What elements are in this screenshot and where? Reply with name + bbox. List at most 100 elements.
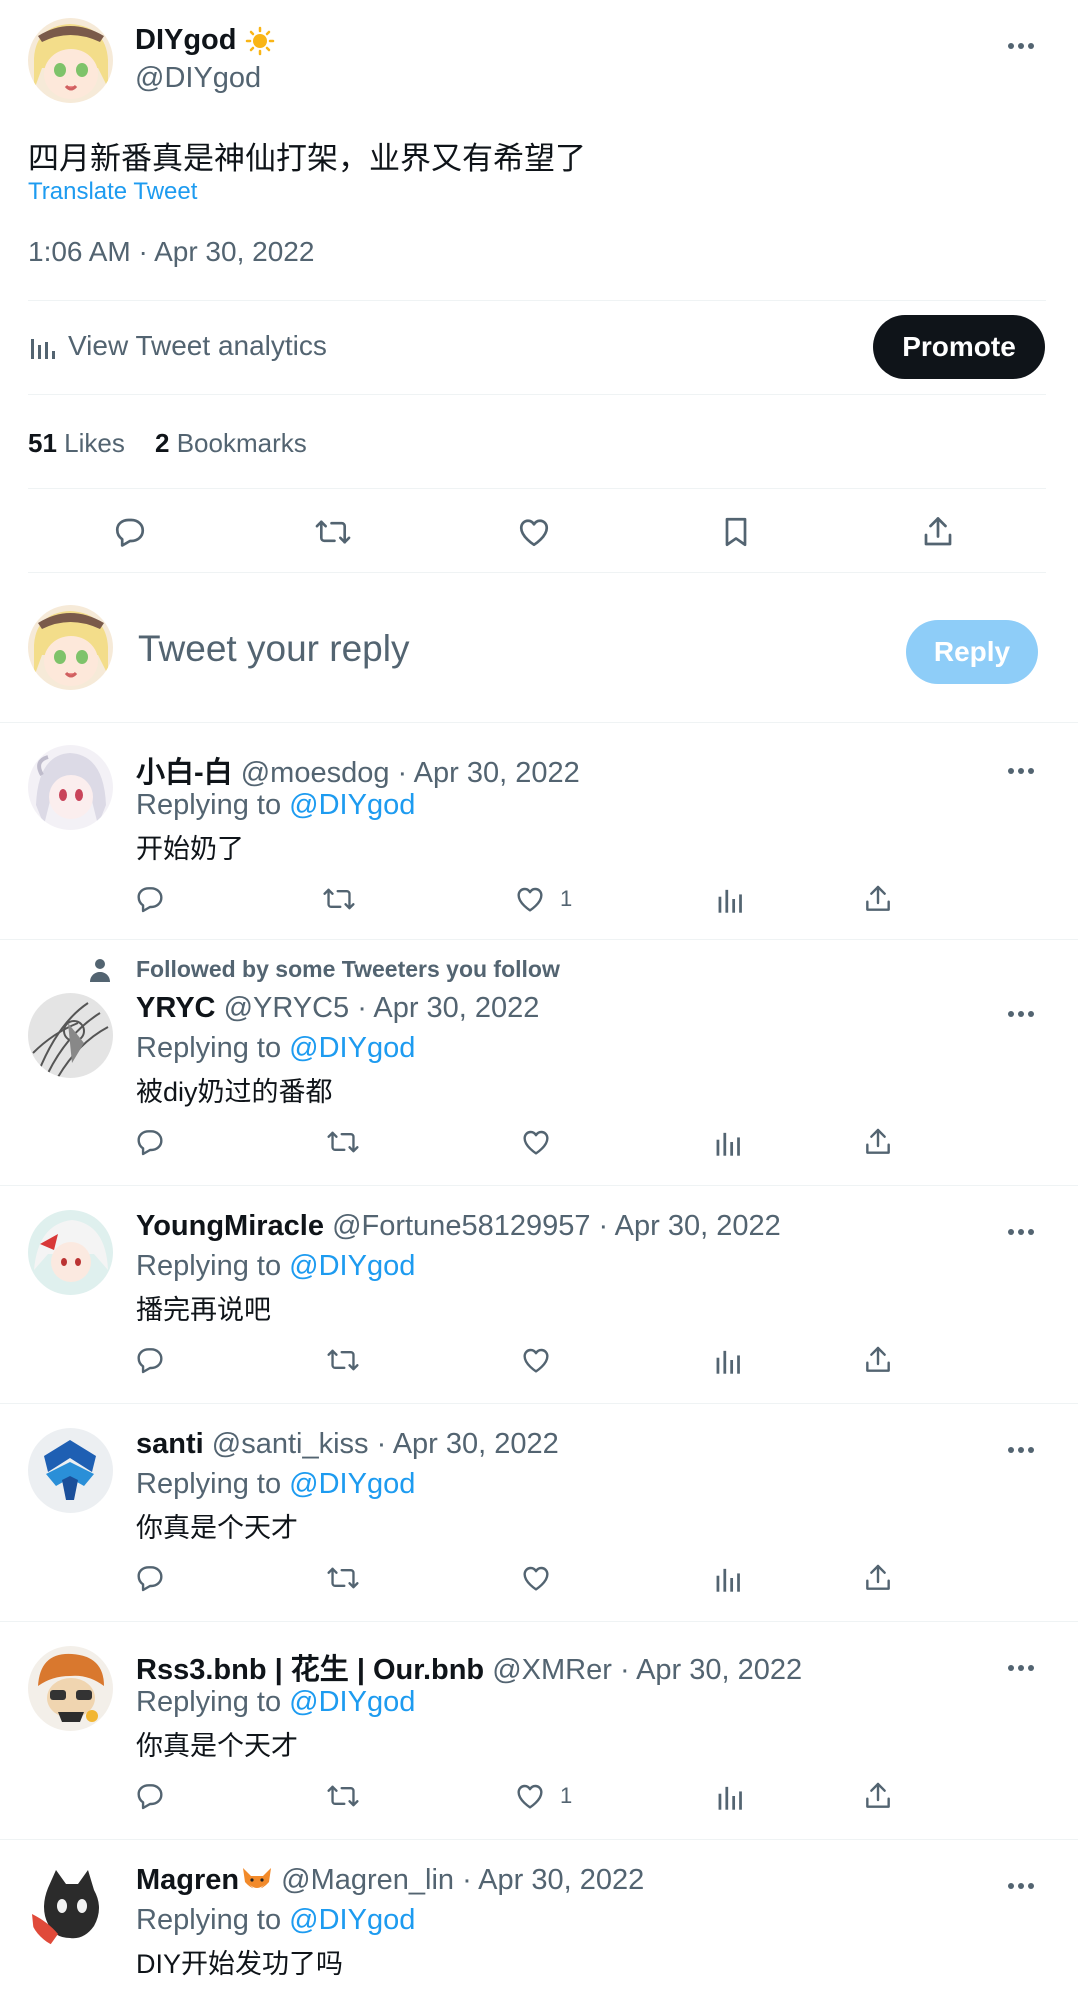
like-icon <box>514 883 546 915</box>
replying-to-link[interactable]: @DIYgod <box>289 789 415 821</box>
reply-handle[interactable]: @Magren_lin <box>281 1864 454 1897</box>
reply-avatar[interactable] <box>28 1428 113 1513</box>
replying-to-link[interactable]: @DIYgod <box>289 1468 415 1500</box>
more-icon[interactable] <box>1006 763 1036 774</box>
reply-name[interactable]: YoungMiracle <box>136 1210 324 1242</box>
views-icon[interactable] <box>716 1780 744 1812</box>
reply-tweet[interactable]: 小白-白 @moesdog · Apr 30, 2022 Replying to… <box>0 723 1078 938</box>
replying-to-label: Replying to <box>136 789 282 821</box>
reply-button[interactable]: Reply <box>906 620 1038 684</box>
likes-stat[interactable]: 51 Likes <box>28 428 125 459</box>
like-button[interactable]: 1 <box>514 1780 572 1812</box>
author-handle[interactable]: @DIYgod <box>135 62 261 95</box>
reply-tweet[interactable]: Followed by some Tweeters you follow YRY… <box>0 940 1078 1184</box>
reply-date[interactable]: · Apr 30, 2022 <box>398 757 580 789</box>
bookmarks-count: 2 <box>155 428 170 458</box>
reply-handle[interactable]: @moesdog <box>241 757 390 789</box>
retweet-icon[interactable] <box>326 1126 360 1158</box>
reply-text: 你真是个天才 <box>136 1513 298 1543</box>
reply-icon[interactable] <box>134 1344 166 1376</box>
reply-handle[interactable]: @XMRer <box>492 1654 612 1686</box>
reply-avatar[interactable] <box>28 1210 113 1295</box>
views-icon[interactable] <box>714 1344 742 1376</box>
social-context: Followed by some Tweeters you follow <box>88 956 560 983</box>
reply-avatar[interactable] <box>28 1646 113 1731</box>
retweet-icon[interactable] <box>326 1780 360 1812</box>
views-icon[interactable] <box>714 1562 742 1594</box>
reply-text: 播完再说吧 <box>136 1295 271 1325</box>
retweet-icon[interactable] <box>326 1562 360 1594</box>
author-avatar[interactable] <box>28 18 113 103</box>
reply-text: 你真是个天才 <box>136 1731 298 1761</box>
replying-to-link[interactable]: @DIYgod <box>289 1904 415 1936</box>
replying-to-link[interactable]: @DIYgod <box>289 1686 415 1718</box>
reply-input[interactable]: Tweet your reply <box>138 628 409 670</box>
reply-name[interactable]: santi <box>136 1428 204 1460</box>
reply-avatar[interactable] <box>28 745 113 830</box>
reply-avatar[interactable] <box>28 993 113 1078</box>
share-icon[interactable] <box>920 514 956 550</box>
share-icon[interactable] <box>862 1344 894 1376</box>
person-icon <box>88 957 112 983</box>
reply-name[interactable]: Rss3.bnb | 花生 | Our.bnb <box>136 1654 484 1686</box>
share-icon[interactable] <box>862 1126 894 1158</box>
retweet-icon[interactable] <box>326 1344 360 1376</box>
tweet-timestamp[interactable]: 1:06 AM · Apr 30, 2022 <box>28 236 314 268</box>
reply-tweet[interactable]: santi @santi_kiss · Apr 30, 2022 Replyin… <box>0 1404 1078 1620</box>
share-icon[interactable] <box>862 1562 894 1594</box>
reply-icon[interactable] <box>112 514 148 550</box>
retweet-icon[interactable] <box>314 514 352 550</box>
replying-to-link[interactable]: @DIYgod <box>289 1032 415 1064</box>
share-icon[interactable] <box>862 883 894 915</box>
reply-handle[interactable]: @santi_kiss <box>212 1428 369 1460</box>
share-icon[interactable] <box>862 1780 894 1812</box>
author-name[interactable]: DIYgod <box>135 24 237 57</box>
like-icon <box>520 1126 552 1158</box>
analytics-label: View Tweet analytics <box>68 330 327 361</box>
retweet-icon[interactable] <box>322 883 356 915</box>
bookmark-icon[interactable] <box>718 514 754 550</box>
bookmarks-stat[interactable]: 2 Bookmarks <box>155 428 307 459</box>
social-context-text: Followed by some Tweeters you follow <box>136 956 560 982</box>
like-button[interactable]: 1 <box>514 883 572 915</box>
reply-handle[interactable]: @YRYC5 <box>224 992 350 1024</box>
more-icon[interactable] <box>1006 1442 1036 1453</box>
reply-date[interactable]: · Apr 30, 2022 <box>620 1654 802 1686</box>
like-count: 1 <box>560 886 573 911</box>
more-icon[interactable] <box>1006 1006 1036 1017</box>
reply-icon[interactable] <box>134 1780 166 1812</box>
like-icon <box>520 1562 552 1594</box>
analytics-link[interactable]: View Tweet analytics <box>28 330 327 362</box>
reply-date[interactable]: · Apr 30, 2022 <box>462 1864 644 1897</box>
reply-date[interactable]: · Apr 30, 2022 <box>357 992 539 1024</box>
like-button[interactable] <box>520 1344 566 1376</box>
reply-avatar[interactable] <box>28 1864 113 1949</box>
reply-date[interactable]: · Apr 30, 2022 <box>377 1428 559 1460</box>
promote-button[interactable]: Promote <box>873 315 1045 379</box>
views-icon[interactable] <box>716 883 744 915</box>
more-icon[interactable] <box>1006 38 1036 49</box>
views-icon[interactable] <box>714 1126 742 1158</box>
reply-icon[interactable] <box>134 883 166 915</box>
like-icon[interactable] <box>516 514 552 550</box>
more-icon[interactable] <box>1006 1660 1036 1671</box>
reply-handle[interactable]: @Fortune58129957 <box>332 1210 590 1242</box>
reply-icon[interactable] <box>134 1126 166 1158</box>
reply-name[interactable]: 小白-白 <box>136 757 233 789</box>
reply-tweet[interactable]: YoungMiracle @Fortune58129957 · Apr 30, … <box>0 1186 1078 1402</box>
like-button[interactable] <box>520 1126 566 1158</box>
my-avatar[interactable] <box>28 605 113 690</box>
reply-date[interactable]: · Apr 30, 2022 <box>599 1210 781 1242</box>
reply-name[interactable]: Magren <box>136 1864 239 1897</box>
reply-tweet[interactable]: Magren @Magren_lin · Apr 30, 2022 Replyi… <box>0 1840 1078 2002</box>
likes-count: 51 <box>28 428 57 458</box>
more-icon[interactable] <box>1006 1224 1036 1235</box>
reply-icon[interactable] <box>134 1562 166 1594</box>
translate-link[interactable]: Translate Tweet <box>28 178 197 206</box>
reply-name[interactable]: YRYC <box>136 992 216 1024</box>
reply-text: 开始奶了 <box>136 834 244 864</box>
reply-tweet[interactable]: Rss3.bnb | 花生 | Our.bnb @XMRer · Apr 30,… <box>0 1622 1078 1838</box>
like-button[interactable] <box>520 1562 566 1594</box>
more-icon[interactable] <box>1006 1878 1036 1889</box>
replying-to-link[interactable]: @DIYgod <box>289 1250 415 1282</box>
